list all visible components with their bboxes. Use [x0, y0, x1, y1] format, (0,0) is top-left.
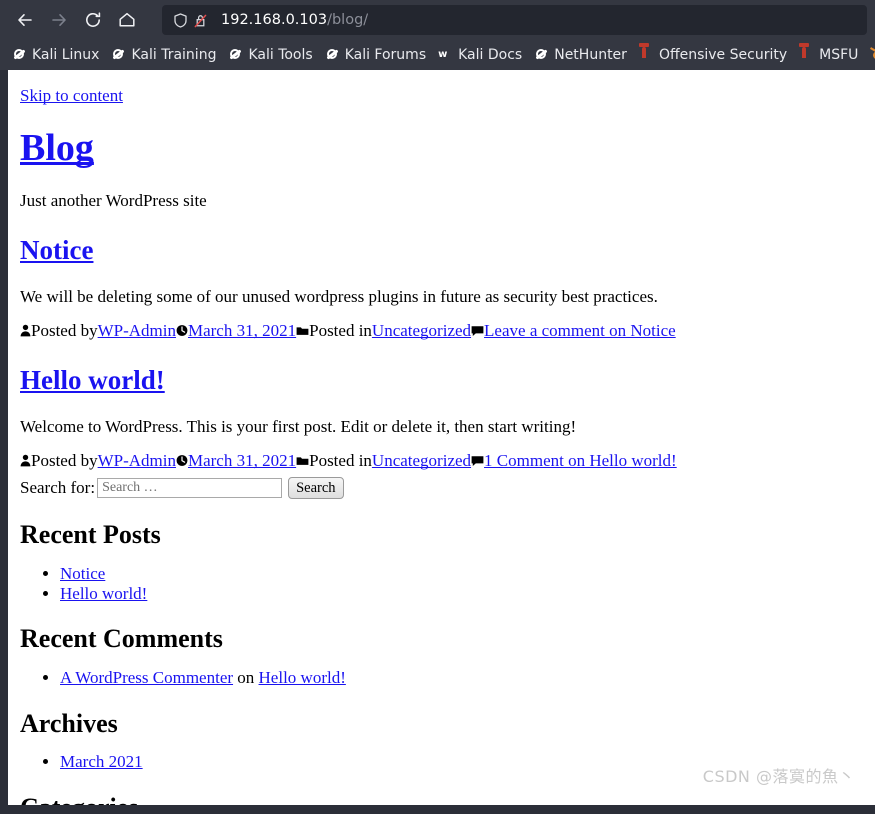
bookmark-kali-tools[interactable]: Kali Tools: [222, 43, 318, 67]
recent-posts-list: Notice Hello world!: [20, 564, 863, 604]
exploitdb-bug-icon: [870, 47, 875, 63]
forward-button[interactable]: [42, 3, 76, 37]
page-viewport: Skip to content Blog Just another WordPr…: [0, 70, 875, 814]
post-meta: Posted byWP-Admin March 31, 2021 Posted in…: [20, 321, 863, 341]
bookmark-offensive-security[interactable]: Offensive Security: [633, 43, 793, 67]
widget-title-recent-posts: Recent Posts: [20, 520, 161, 550]
shield-icon[interactable]: [172, 12, 189, 29]
bookmark-nethunter[interactable]: NetHunter: [528, 43, 633, 67]
site-title-link[interactable]: Blog: [20, 127, 94, 169]
list-item: Hello world!: [60, 584, 863, 604]
recent-post-link[interactable]: Notice: [60, 564, 105, 583]
bookmark-kali-forums[interactable]: Kali Forums: [319, 43, 432, 67]
search-label: Search for:: [20, 478, 96, 498]
list-item: Notice: [60, 564, 863, 584]
offsec-tower-icon: [639, 47, 655, 63]
bookmark-label: Kali Forums: [344, 47, 427, 63]
post-category-link[interactable]: Uncategorized: [372, 321, 471, 340]
comment-on-label: on: [237, 667, 255, 687]
post-title: Notice: [20, 235, 863, 266]
post-category-link[interactable]: Uncategorized: [372, 451, 471, 470]
home-icon: [117, 10, 137, 30]
address-bar[interactable]: 192.168.0.103/blog/: [162, 5, 867, 35]
kali-dragon-red-icon: [12, 47, 28, 63]
recent-comments-list: A WordPress Commenter on Hello world!: [20, 668, 863, 688]
rendered-page: Skip to content Blog Just another WordPr…: [8, 70, 875, 805]
post-comment-link[interactable]: 1 Comment on Hello world!: [484, 451, 677, 470]
comment-bubble-icon: [471, 451, 484, 470]
url-text[interactable]: 192.168.0.103/blog/: [221, 12, 368, 28]
browser-chrome: 192.168.0.103/blog/ Kali Linux Kali Trai…: [0, 0, 875, 70]
search-form: Search for: Search: [20, 477, 863, 500]
posted-by-label: Posted by: [31, 450, 98, 470]
folder-icon: [296, 451, 309, 470]
posted-by-label: Posted by: [31, 320, 98, 340]
posted-in-label: Posted in: [309, 450, 372, 470]
forward-arrow-icon: [49, 10, 69, 30]
post-title-link-notice[interactable]: Notice: [20, 235, 93, 265]
bookmark-label: NetHunter: [554, 47, 627, 63]
kali-dragon-blue-icon: [228, 47, 244, 63]
post-title-link-hello-world[interactable]: Hello world!: [20, 365, 165, 395]
comment-post-link[interactable]: Hello world!: [259, 668, 346, 687]
bookmark-exploit-db[interactable]: E: [864, 43, 875, 67]
widget-title-categories: Categories: [20, 794, 863, 805]
back-arrow-icon: [15, 10, 35, 30]
clock-icon: [176, 451, 188, 470]
post-date-link[interactable]: March 31, 2021: [188, 321, 296, 340]
site-tagline: Just another WordPress site: [20, 190, 207, 210]
navigation-toolbar: 192.168.0.103/blog/: [0, 0, 875, 40]
widget-title-recent-comments: Recent Comments: [20, 624, 223, 654]
reload-icon: [83, 10, 103, 30]
bookmark-label: MSFU: [819, 47, 859, 63]
page-title: Blog: [20, 127, 863, 169]
post-comment-link[interactable]: Leave a comment on Notice: [484, 321, 676, 340]
post-date-link[interactable]: March 31, 2021: [188, 451, 296, 470]
search-input[interactable]: [97, 478, 283, 499]
skip-to-content-link[interactable]: Skip to content: [20, 86, 123, 106]
kali-dragon-red-icon: [534, 47, 550, 63]
kali-dragon-blue-icon: [111, 47, 127, 63]
url-host: 192.168.0.103: [221, 12, 328, 28]
window-bottom-edge: [0, 805, 875, 814]
clock-icon: [176, 321, 188, 340]
author-icon: [20, 451, 31, 470]
folder-icon: [296, 321, 309, 340]
archive-link[interactable]: March 2021: [60, 752, 143, 771]
bookmark-label: Kali Training: [131, 47, 217, 63]
home-button[interactable]: [110, 3, 144, 37]
bookmarks-bar: Kali Linux Kali Training Kali Tools Kali…: [0, 40, 875, 70]
bookmark-label: Kali Tools: [248, 47, 313, 63]
offsec-tower-icon: [799, 47, 815, 63]
comment-bubble-icon: [471, 321, 484, 340]
lock-crossed-out-icon[interactable]: [192, 12, 209, 29]
list-item: A WordPress Commenter on Hello world!: [60, 668, 863, 688]
bookmark-label: Kali Docs: [458, 47, 523, 63]
watermark: CSDN @落寞的魚丶: [702, 767, 855, 786]
comment-author-link[interactable]: A WordPress Commenter: [60, 668, 233, 687]
search-button[interactable]: Search: [288, 477, 344, 500]
kali-dragon-blue-icon: [325, 47, 341, 63]
author-icon: [20, 321, 31, 340]
post-author-link[interactable]: WP-Admin: [98, 451, 176, 470]
bookmark-msfu[interactable]: MSFU: [793, 43, 864, 67]
recent-post-link[interactable]: Hello world!: [60, 584, 147, 603]
post-excerpt: We will be deleting some of our unused w…: [20, 286, 658, 306]
bookmark-kali-docs[interactable]: Kali Docs: [432, 43, 528, 67]
post-meta: Posted byWP-Admin March 31, 2021 Posted in…: [20, 451, 863, 471]
url-path: /blog/: [327, 12, 369, 28]
bookmark-kali-training[interactable]: Kali Training: [105, 43, 222, 67]
kali-docs-icon: [438, 47, 454, 63]
bookmark-kali-linux[interactable]: Kali Linux: [6, 43, 105, 67]
back-button[interactable]: [8, 3, 42, 37]
bookmark-label: Offensive Security: [658, 47, 788, 63]
post-excerpt: Welcome to WordPress. This is your first…: [20, 416, 577, 436]
reload-button[interactable]: [76, 3, 110, 37]
browser-window: 192.168.0.103/blog/ Kali Linux Kali Trai…: [0, 0, 875, 814]
posted-in-label: Posted in: [309, 320, 372, 340]
post-author-link[interactable]: WP-Admin: [98, 321, 176, 340]
widget-title-archives: Archives: [20, 708, 118, 738]
bookmark-label: Kali Linux: [32, 47, 100, 63]
post-title: Hello world!: [20, 365, 863, 396]
